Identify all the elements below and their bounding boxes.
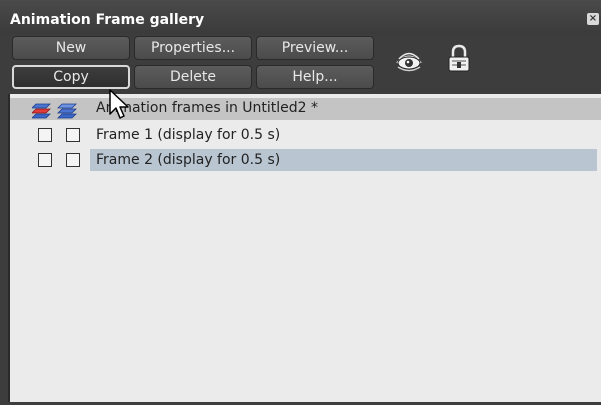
layers-red-icon xyxy=(32,103,51,119)
close-icon[interactable]: × xyxy=(587,13,599,25)
toolbar: New Properties... Preview... Copy Delete… xyxy=(0,34,601,94)
frame-1-label[interactable]: Frame 1 (display for 0.5 s) xyxy=(90,124,280,146)
frame-row-1[interactable]: Frame 1 (display for 0.5 s) xyxy=(10,124,601,146)
delete-button[interactable]: Delete xyxy=(134,65,252,89)
frame-list[interactable]: Animation frames in Untitled2 * Frame 1 … xyxy=(8,94,601,402)
animation-frame-gallery-window: Animation Frame gallery × New Properties… xyxy=(0,0,601,405)
mouse-cursor-icon xyxy=(109,89,129,119)
frame-2-checkbox-a[interactable] xyxy=(38,153,52,167)
new-button[interactable]: New xyxy=(12,36,130,60)
frame-1-checkbox-a[interactable] xyxy=(38,128,52,142)
title-bar[interactable]: Animation Frame gallery × xyxy=(0,0,601,34)
frame-1-checkbox-b[interactable] xyxy=(66,128,80,142)
lock-icon[interactable] xyxy=(446,44,472,74)
eye-visibility-icon[interactable] xyxy=(395,48,423,74)
frame-2-checkbox-b[interactable] xyxy=(66,153,80,167)
help-button[interactable]: Help... xyxy=(256,65,374,89)
properties-button[interactable]: Properties... xyxy=(134,36,252,60)
layers-icons xyxy=(32,103,77,119)
frame-row-2[interactable]: Frame 2 (display for 0.5 s) xyxy=(10,149,601,171)
copy-button[interactable]: Copy xyxy=(12,65,130,89)
window-title: Animation Frame gallery xyxy=(10,12,205,28)
layers-blue-icon xyxy=(57,103,77,119)
frame-2-label[interactable]: Frame 2 (display for 0.5 s) xyxy=(90,149,597,171)
list-header-row[interactable]: Animation frames in Untitled2 * xyxy=(10,98,601,120)
preview-button[interactable]: Preview... xyxy=(256,36,374,60)
